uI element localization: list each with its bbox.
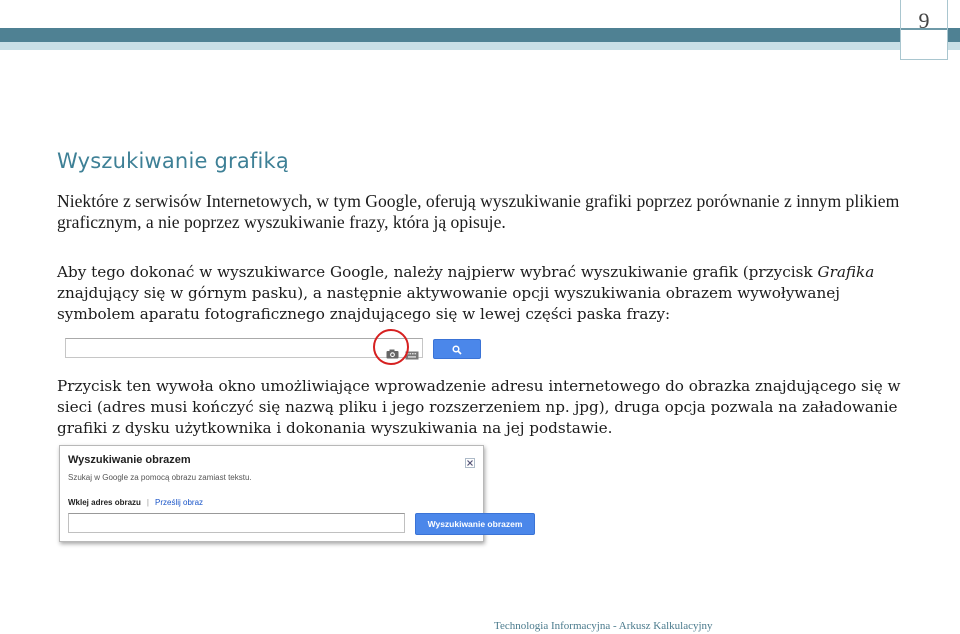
tab-paste-url[interactable]: Wklej adres obrazu <box>68 498 141 507</box>
grafika-emphasis: Grafika <box>817 263 875 281</box>
paragraph-instructions-part2: znajdujący się w górnym pasku), a następ… <box>57 284 840 323</box>
footer-text: Technologia Informacyjna - Arkusz Kalkul… <box>494 620 713 632</box>
search-by-image-dialog: Wyszukiwanie obrazem Szukaj w Google za … <box>59 445 535 542</box>
image-url-input[interactable] <box>68 513 405 533</box>
search-by-image-button[interactable]: Wyszukiwanie obrazem <box>415 513 535 535</box>
paragraph-intro: Niektóre z serwisów Internetowych, w tym… <box>57 191 900 232</box>
search-input[interactable] <box>65 338 423 358</box>
header-band <box>0 28 960 42</box>
dialog-tabs: Wklej adres obrazu | Prześlij obraz <box>68 498 203 507</box>
search-button[interactable] <box>433 339 481 359</box>
paragraph-instructions-part1: Aby tego dokonać w wyszukiwarce Google, … <box>57 263 818 281</box>
camera-highlight-circle <box>373 329 409 365</box>
page-number: 9 <box>918 8 930 33</box>
search-icon <box>452 340 462 359</box>
dialog-title: Wyszukiwanie obrazem <box>68 454 191 466</box>
header-band-light <box>0 42 960 50</box>
dialog-subtitle: Szukaj w Google za pomocą obrazu zamiast… <box>68 473 252 482</box>
close-icon[interactable] <box>465 455 475 468</box>
paragraph-instructions: Aby tego dokonać w wyszukiwarce Google, … <box>57 262 907 325</box>
tab-separator: | <box>146 498 149 507</box>
page-title: Wyszukiwanie grafiką <box>57 149 289 173</box>
tab-upload-image[interactable]: Prześlij obraz <box>155 498 203 507</box>
paragraph-explanation: Przycisk ten wywoła okno umożliwiające w… <box>57 377 901 437</box>
